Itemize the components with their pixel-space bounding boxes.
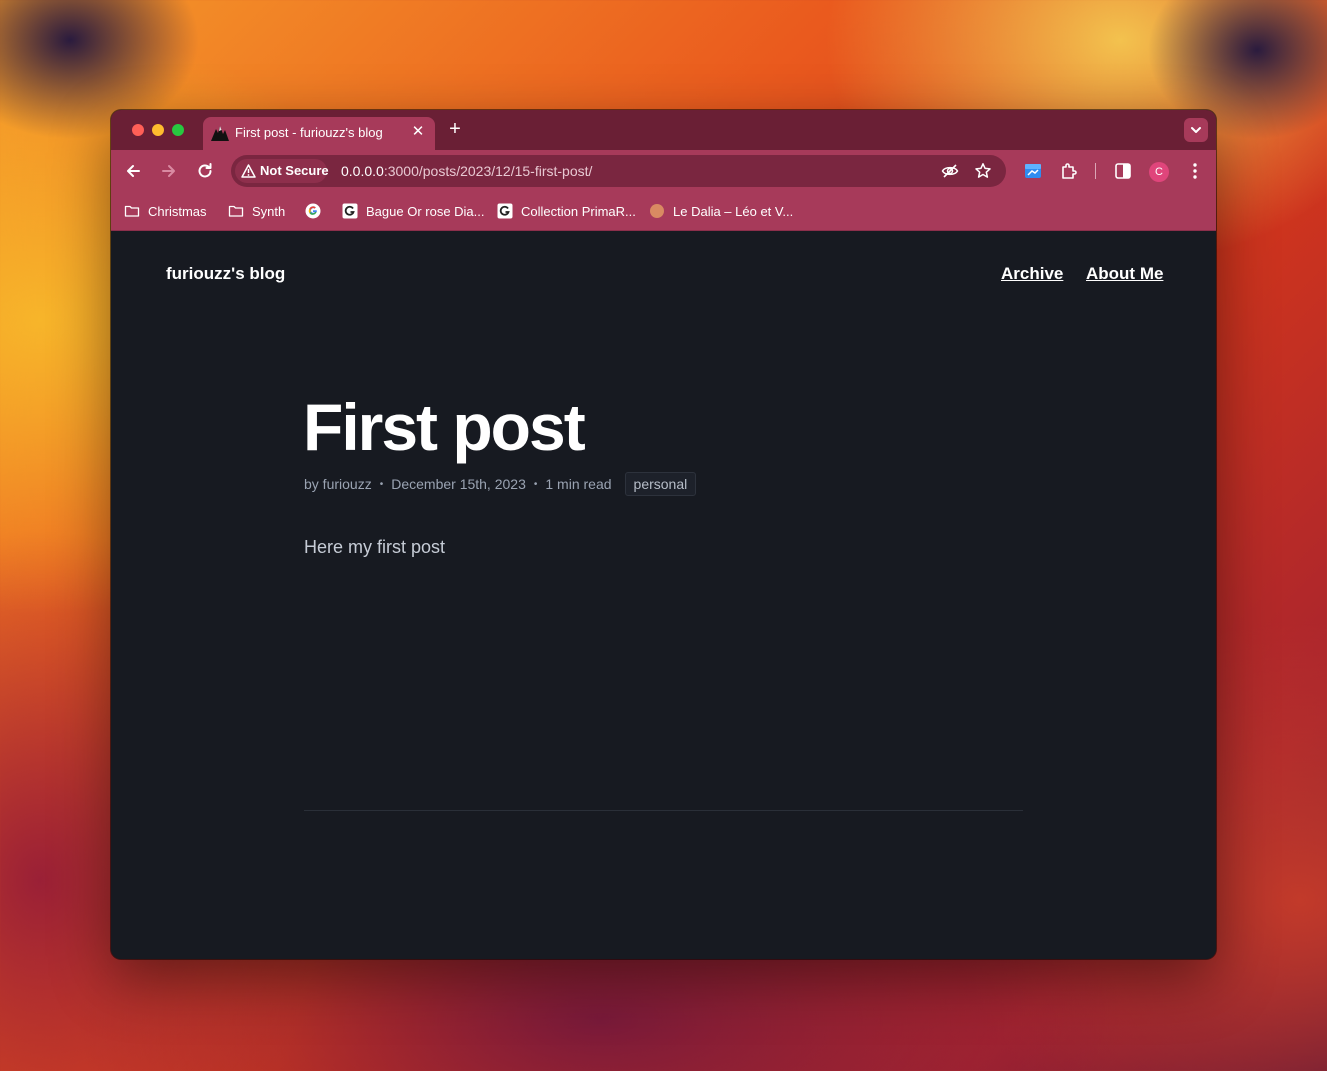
tab-title: First post - furiouzz's blog <box>235 125 383 140</box>
post-date: December 15th, 2023 <box>391 476 526 492</box>
toolbar: Not Secure 0.0.0.0:3000/posts/2023/12/15… <box>111 150 1216 192</box>
tab-close-icon[interactable]: ✕ <box>409 123 427 141</box>
url-text[interactable]: 0.0.0.0:3000/posts/2023/12/15-first-post… <box>341 163 592 179</box>
bookmark-label: Bague Or rose Dia... <box>366 203 485 219</box>
google-icon <box>305 203 321 219</box>
mountain-favicon-icon <box>211 126 229 141</box>
nav-archive-link[interactable]: Archive <box>1001 264 1063 284</box>
nav-about-link[interactable]: About Me <box>1086 264 1163 284</box>
close-window-button[interactable] <box>132 124 144 136</box>
security-label: Not Secure <box>260 163 329 178</box>
browser-window: First post - furiouzz's blog ✕ + Not Sec… <box>111 110 1216 959</box>
puzzle-extensions-icon[interactable] <box>1059 161 1079 181</box>
meta-separator: • <box>533 478 538 490</box>
folder-icon <box>228 205 244 217</box>
bookmark-label: Christmas <box>148 203 207 219</box>
minimize-window-button[interactable] <box>152 124 164 136</box>
circle-site-icon <box>650 204 664 218</box>
tab-strip: First post - furiouzz's blog ✕ + <box>111 110 1216 150</box>
bookmark-le-dalia[interactable]: Le Dalia – Léo et V... <box>649 202 793 220</box>
bookmark-collection-primar[interactable]: Collection PrimaR... <box>497 202 636 220</box>
new-tab-button[interactable]: + <box>445 119 465 139</box>
site-title-link[interactable]: furiouzz's blog <box>166 264 285 284</box>
forward-arrow-icon[interactable] <box>159 161 179 181</box>
tab-active[interactable]: First post - furiouzz's blog ✕ <box>203 117 435 150</box>
post-read-time: 1 min read <box>545 476 612 492</box>
maximize-window-button[interactable] <box>172 124 184 136</box>
bookmark-folder-christmas[interactable]: Christmas <box>124 202 207 220</box>
site-favicon-icon <box>342 203 358 219</box>
more-menu-icon[interactable] <box>1185 161 1205 181</box>
back-arrow-icon[interactable] <box>123 161 143 181</box>
bookmark-label: Synth <box>252 203 286 219</box>
bookmark-label: Collection PrimaR... <box>521 203 636 219</box>
chevron-down-icon <box>1191 127 1201 133</box>
post-title: First post <box>303 390 586 464</box>
address-bar[interactable]: Not Secure 0.0.0.0:3000/posts/2023/12/15… <box>231 155 1006 187</box>
post-author: by furiouzz <box>304 476 372 492</box>
content-divider <box>304 810 1023 811</box>
url-host: 0.0.0.0 <box>341 163 384 179</box>
star-icon[interactable] <box>974 162 992 180</box>
post-meta: by furiouzz • December 15th, 2023 • 1 mi… <box>304 471 697 497</box>
extension-app-icon[interactable] <box>1023 161 1043 181</box>
folder-icon <box>124 205 140 217</box>
post-body: Here my first post <box>304 537 446 557</box>
reload-icon[interactable] <box>195 161 215 181</box>
url-path: :3000/posts/2023/12/15-first-post/ <box>383 163 593 179</box>
side-panel-icon[interactable] <box>1113 161 1133 181</box>
profile-avatar[interactable]: C <box>1149 162 1169 182</box>
security-chip[interactable]: Not Secure <box>235 159 329 183</box>
tab-search-button[interactable] <box>1184 118 1208 142</box>
site-favicon-icon <box>497 203 513 219</box>
bookmark-bague-or-rose[interactable]: Bague Or rose Dia... <box>342 202 485 220</box>
bookmark-folder-synth[interactable]: Synth <box>228 202 285 220</box>
post-tag-badge[interactable]: personal <box>624 472 697 496</box>
bookmark-google[interactable] <box>305 202 329 220</box>
bookmark-label: Le Dalia – Léo et V... <box>673 203 794 219</box>
bookmarks-bar: Christmas Synth Bague Or rose Dia... Col… <box>111 192 1216 231</box>
warning-icon <box>241 164 256 178</box>
eye-slash-icon[interactable] <box>941 162 959 180</box>
meta-separator: • <box>379 478 384 490</box>
page-content: furiouzz's blog Archive About Me First p… <box>111 231 1216 959</box>
toolbar-divider <box>1095 163 1096 179</box>
